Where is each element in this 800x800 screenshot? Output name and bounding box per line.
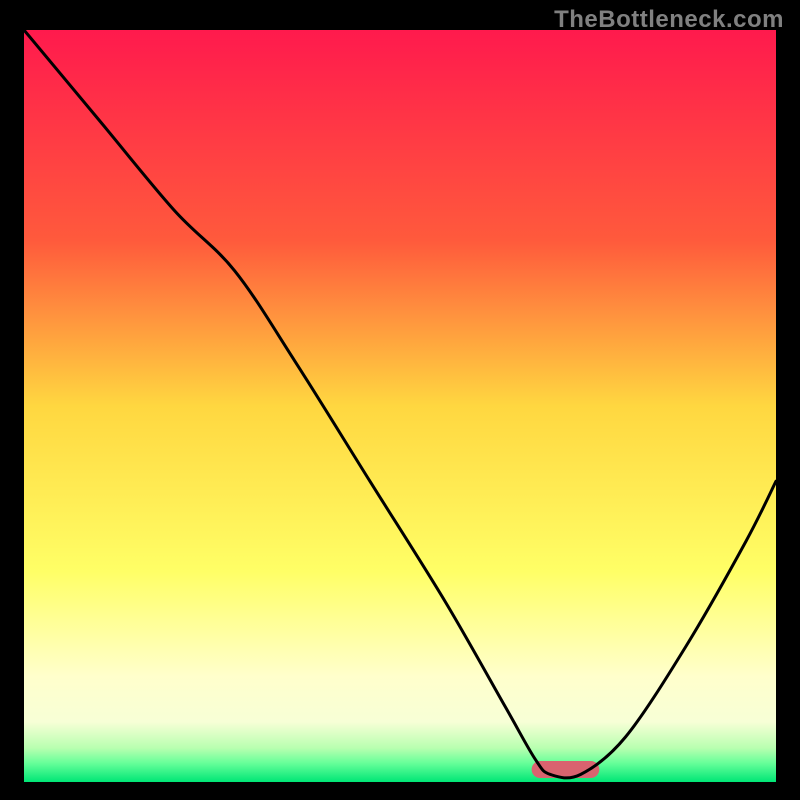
plot-background xyxy=(24,30,776,782)
chart-frame: TheBottleneck.com xyxy=(0,0,800,800)
plot-svg xyxy=(24,30,776,782)
bottleneck-plot xyxy=(24,30,776,782)
